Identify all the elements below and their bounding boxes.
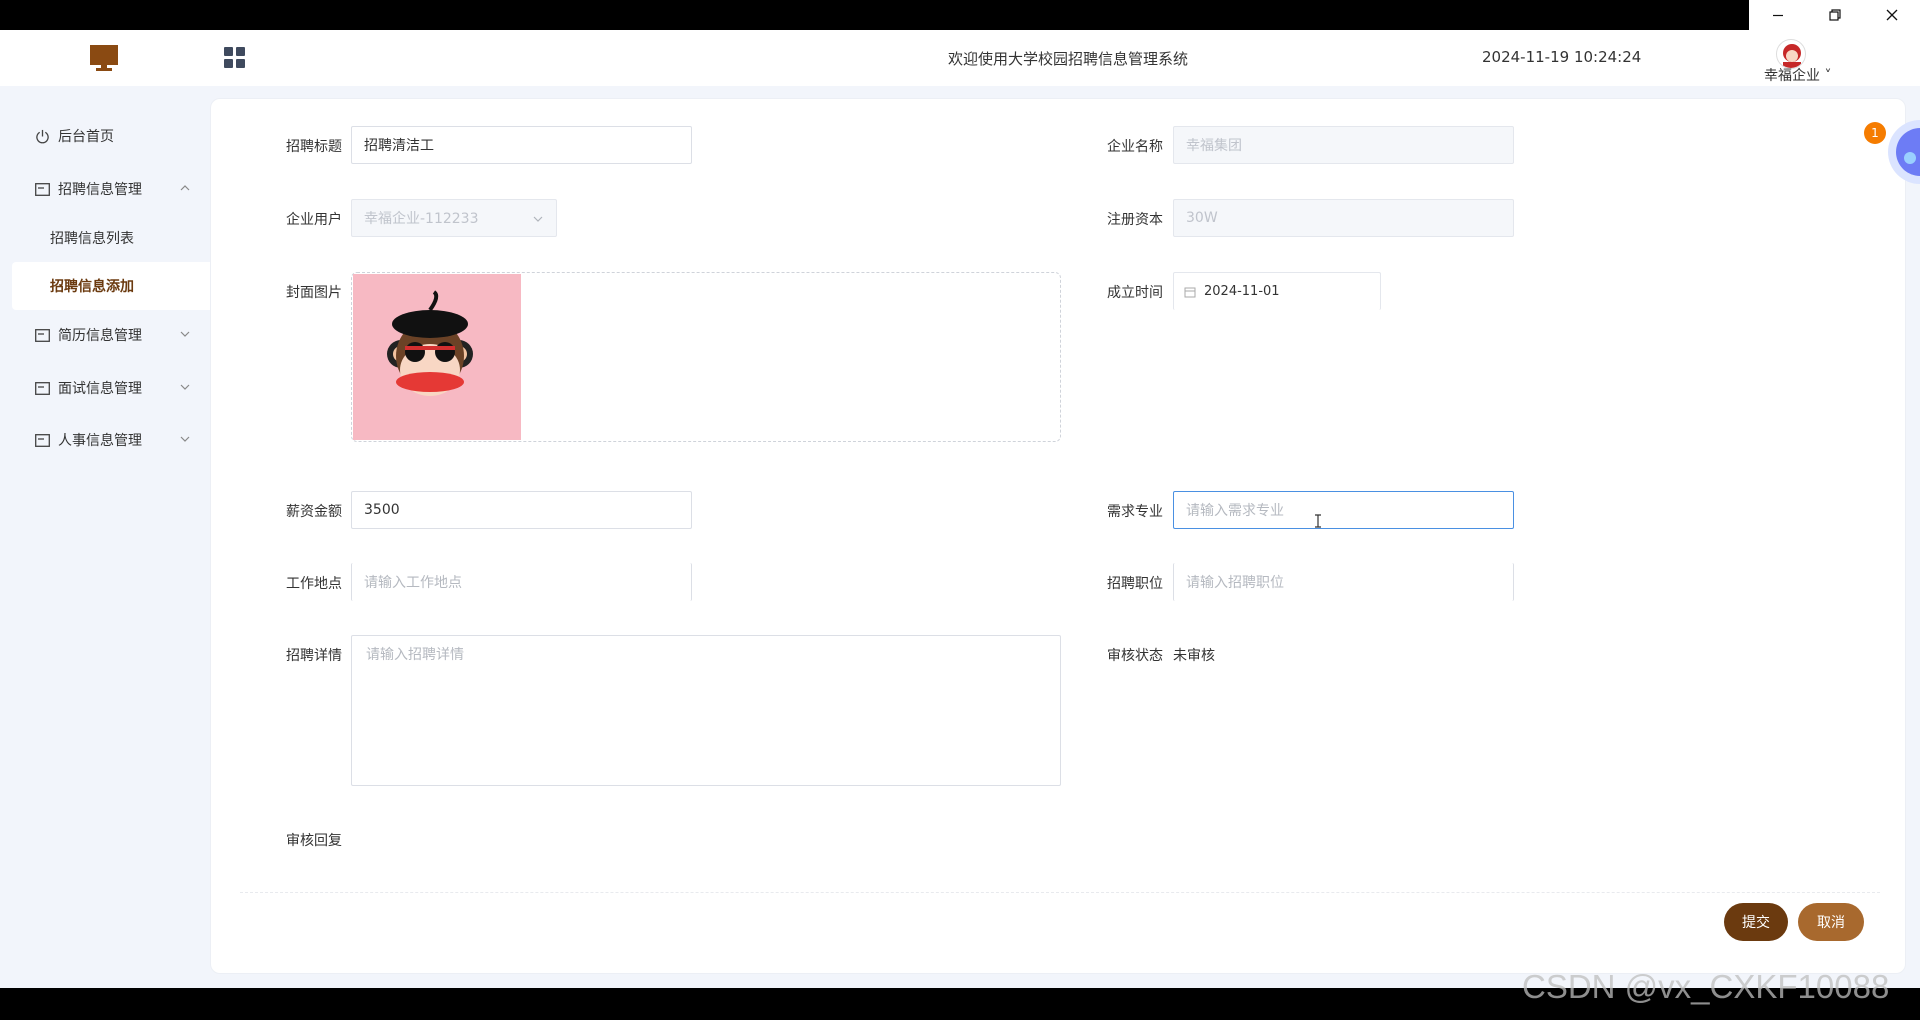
sidebar-item-interview[interactable]: 面试信息管理	[12, 364, 210, 412]
chevron-down-icon: ˅	[1824, 68, 1832, 84]
user-name-label: 幸福企业	[1764, 68, 1820, 84]
company-name-value: 幸福集团	[1186, 138, 1242, 154]
major-placeholder: 请输入需求专业	[1186, 503, 1284, 519]
restore-icon	[1828, 9, 1841, 21]
founded-date-picker[interactable]: 2024-11-01	[1173, 272, 1381, 310]
chevron-down-icon	[533, 216, 543, 222]
founded-label: 成立时间	[1107, 285, 1163, 301]
location-input[interactable]: 请输入工作地点	[351, 563, 692, 601]
cover-label: 封面图片	[286, 285, 342, 301]
power-icon	[34, 128, 50, 144]
cover-upload-area[interactable]	[351, 272, 1061, 442]
calendar-icon	[1184, 287, 1196, 297]
chevron-down-icon	[180, 384, 190, 390]
window-icon	[34, 327, 50, 343]
company-user-select: 幸福企业-112233	[351, 199, 557, 237]
chevron-up-icon	[180, 185, 190, 191]
founded-value: 2024-11-01	[1204, 284, 1280, 299]
sidebar-item-label: 面试信息管理	[58, 381, 142, 397]
title-input[interactable]: 招聘清洁工	[351, 126, 692, 164]
window-titlebar	[0, 0, 1920, 30]
cancel-button[interactable]: 取消	[1798, 903, 1864, 941]
notification-badge: 1	[1864, 122, 1886, 144]
review-status-value: 未审核	[1173, 648, 1215, 664]
watermark-text: CSDN @vx_CXKF10088	[1522, 968, 1890, 1005]
sidebar-item-hr[interactable]: 人事信息管理	[12, 416, 210, 464]
form-divider	[240, 892, 1880, 893]
window-icon	[34, 432, 50, 448]
close-icon	[1886, 9, 1897, 21]
window-icon	[34, 380, 50, 396]
capital-label: 注册资本	[1107, 212, 1163, 228]
details-label: 招聘详情	[286, 648, 342, 664]
title-value: 招聘清洁工	[364, 138, 434, 154]
current-datetime: 2024-11-19 10:24:24	[1482, 48, 1642, 66]
salary-input[interactable]: 3500	[351, 491, 692, 529]
sidebar-item-label: 简历信息管理	[58, 328, 142, 344]
window-icon	[34, 181, 50, 197]
capital-value: 30W	[1186, 210, 1218, 226]
minimize-icon	[1772, 14, 1783, 17]
close-button[interactable]	[1863, 0, 1920, 30]
chevron-down-icon	[180, 436, 190, 442]
text-cursor-icon	[1314, 514, 1322, 532]
sidebar-subitem-recruitment-add[interactable]: 招聘信息添加	[12, 262, 210, 310]
submit-button[interactable]: 提交	[1724, 903, 1788, 941]
major-label: 需求专业	[1107, 504, 1163, 520]
assistant-float-icon[interactable]	[1886, 112, 1920, 192]
salary-label: 薪资金额	[286, 504, 342, 520]
review-reply-label: 审核回复	[286, 833, 342, 849]
sidebar-item-recruitment[interactable]: 招聘信息管理	[12, 165, 210, 213]
sidebar-subitem-label: 招聘信息列表	[50, 231, 134, 247]
cover-image[interactable]	[353, 274, 521, 440]
location-label: 工作地点	[286, 576, 342, 592]
company-name-input: 幸福集团	[1173, 126, 1514, 164]
sidebar-subitem-label: 招聘信息添加	[50, 279, 134, 295]
sidebar-item-label: 后台首页	[58, 129, 114, 145]
position-label: 招聘职位	[1107, 576, 1163, 592]
details-placeholder: 请输入招聘详情	[366, 647, 464, 663]
major-input[interactable]: 请输入需求专业	[1173, 491, 1514, 529]
minimize-button[interactable]	[1749, 0, 1806, 30]
position-input[interactable]: 请输入招聘职位	[1173, 563, 1514, 601]
company-user-label: 企业用户	[286, 212, 342, 228]
location-placeholder: 请输入工作地点	[364, 575, 462, 591]
title-label: 招聘标题	[286, 139, 342, 155]
company-user-value: 幸福企业-112233	[364, 211, 479, 227]
capital-input: 30W	[1173, 199, 1514, 237]
top-header: 欢迎使用大学校园招聘信息管理系统 2024-11-19 10:24:24 幸福企…	[0, 30, 1920, 86]
position-placeholder: 请输入招聘职位	[1186, 575, 1284, 591]
sidebar-item-dashboard[interactable]: 后台首页	[12, 112, 210, 160]
sidebar-item-label: 招聘信息管理	[58, 182, 142, 198]
user-menu[interactable]: 幸福企业 ˅	[1764, 65, 1831, 85]
company-name-label: 企业名称	[1107, 139, 1163, 155]
restore-button[interactable]	[1806, 0, 1863, 30]
details-textarea[interactable]: 请输入招聘详情	[351, 635, 1061, 786]
sidebar-item-label: 人事信息管理	[58, 433, 142, 449]
chevron-down-icon	[180, 331, 190, 337]
review-status-label: 审核状态	[1107, 648, 1163, 664]
salary-value: 3500	[364, 502, 400, 518]
sidebar-item-resume[interactable]: 简历信息管理	[12, 311, 210, 359]
window-controls	[1749, 0, 1920, 30]
sidebar-subitem-recruitment-list[interactable]: 招聘信息列表	[12, 214, 210, 262]
